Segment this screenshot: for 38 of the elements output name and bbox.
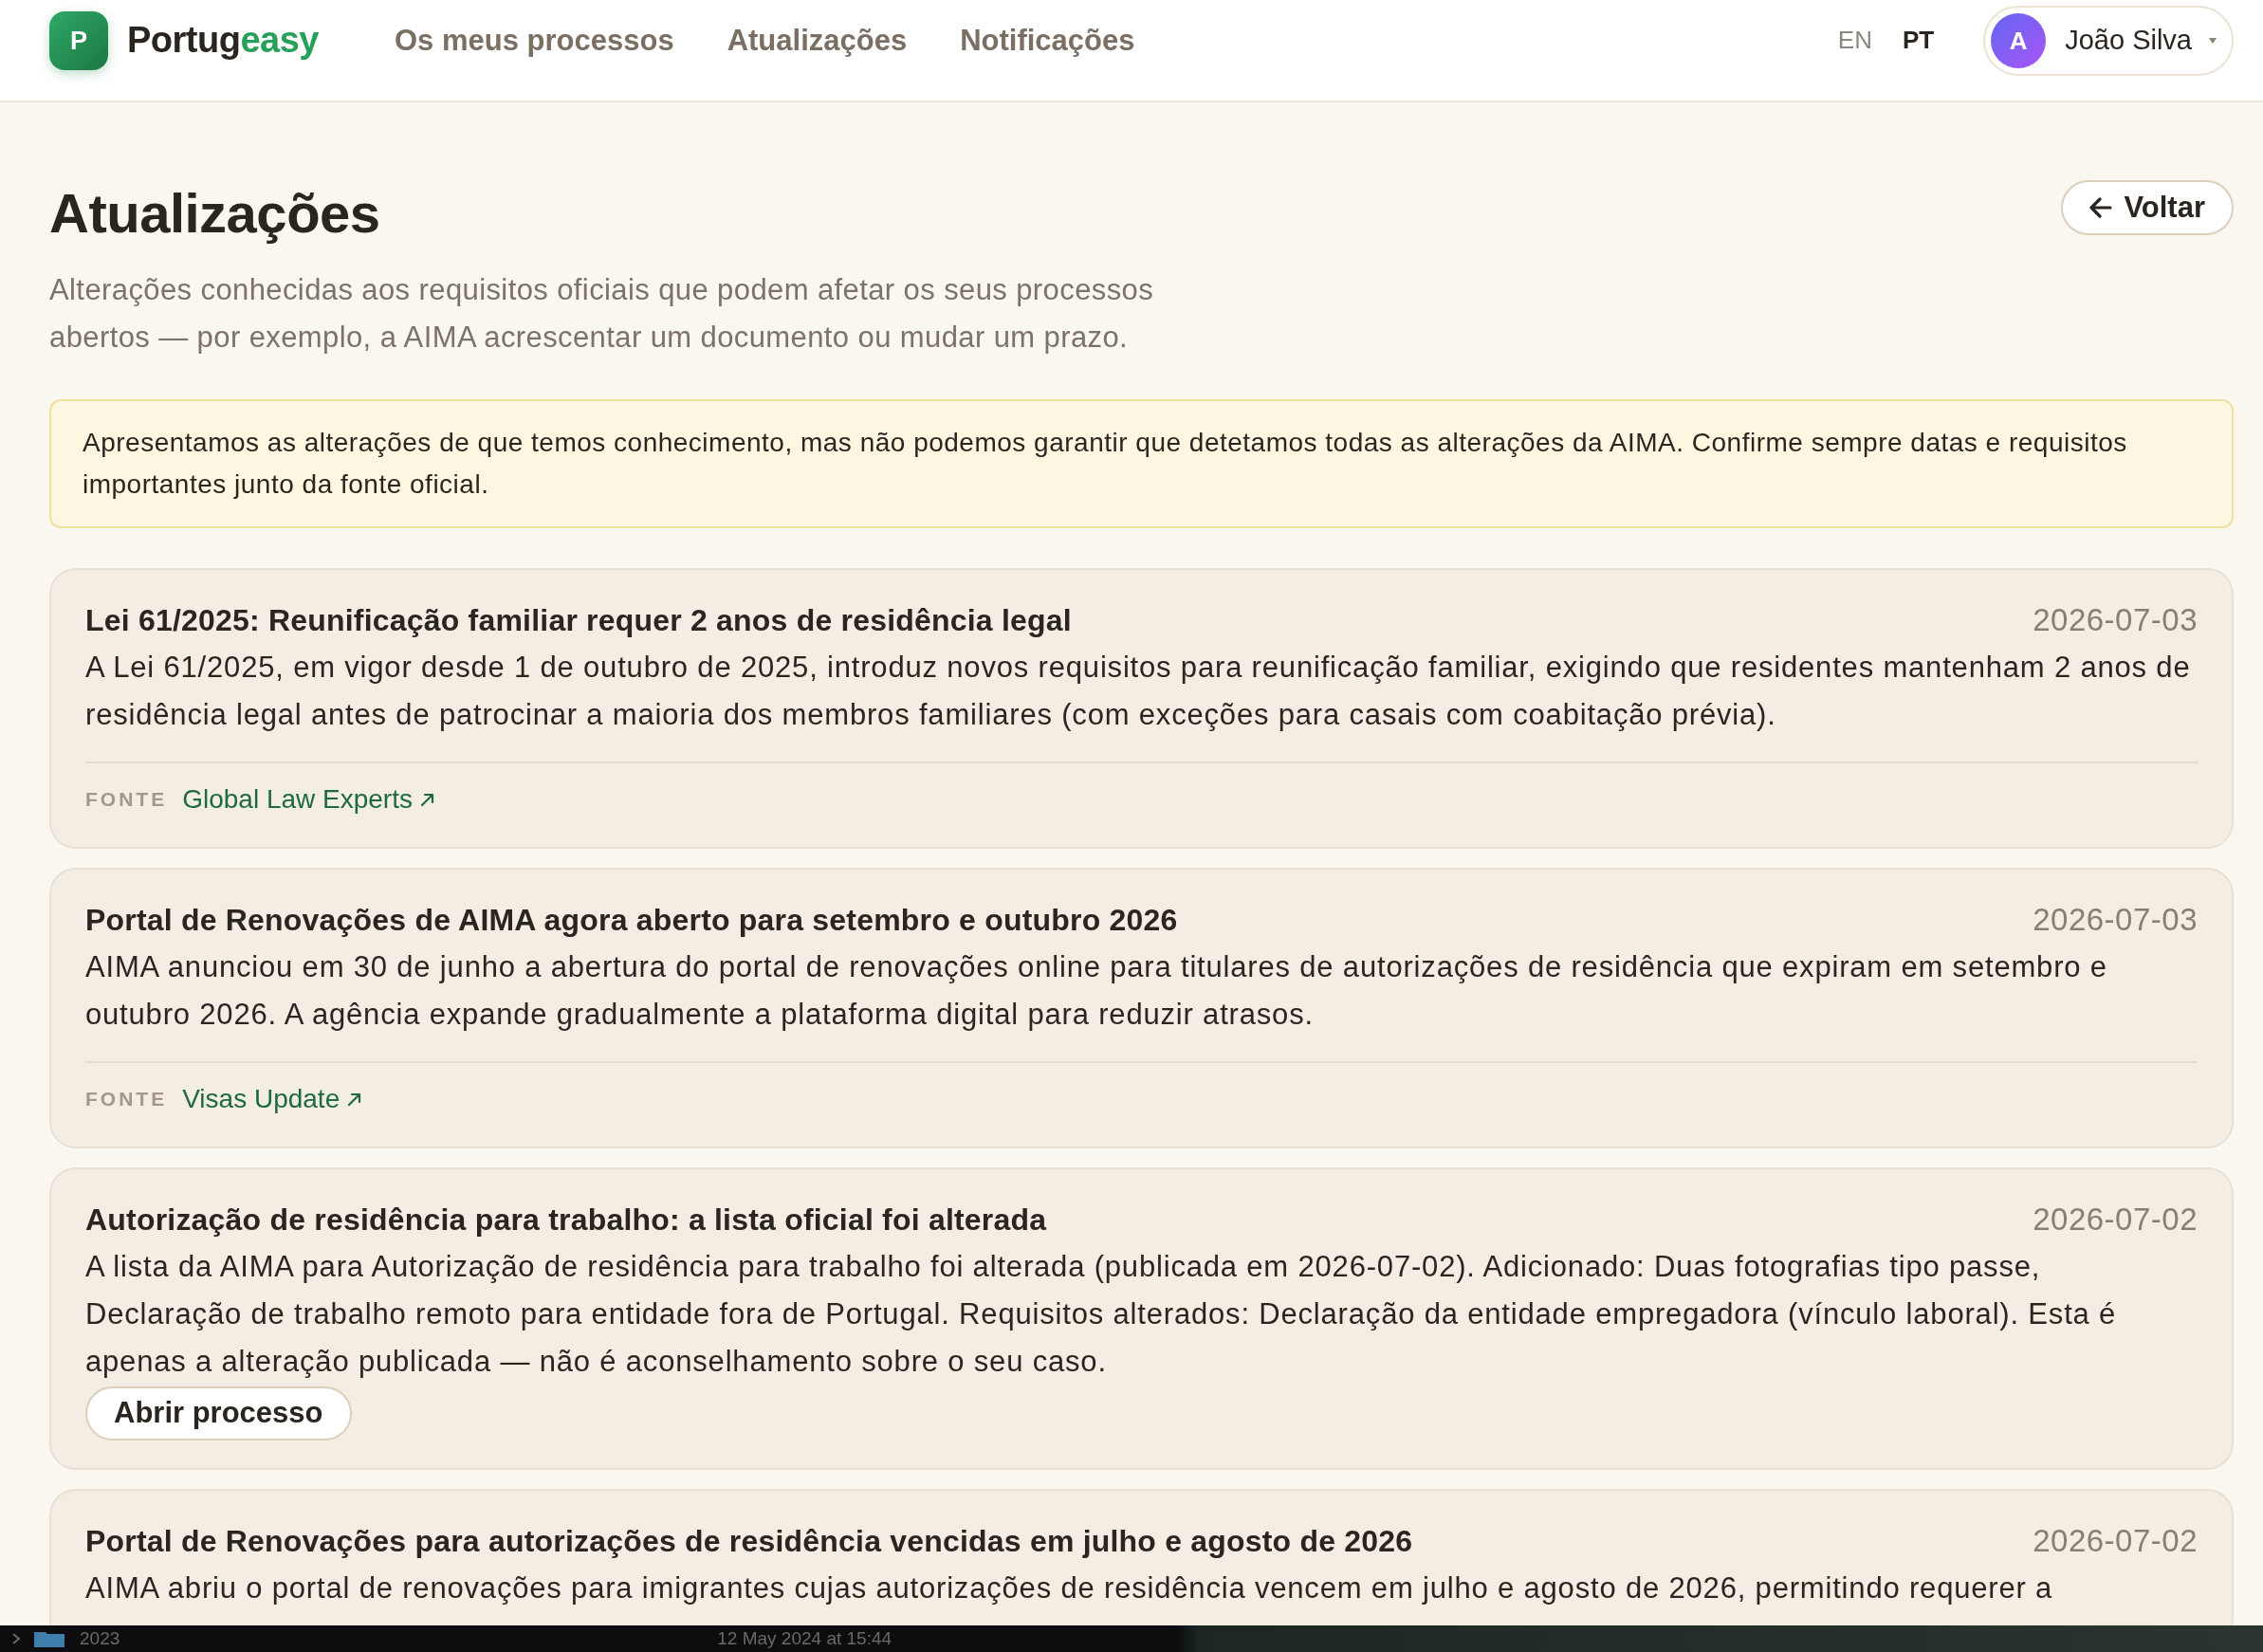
update-body: AIMA abriu o portal de renovações para imigrantes cujas autorizações de residência vencem em julho e agosto de 2026, permitindo requerer a xyxy=(85,1570,2054,1606)
back-button[interactable]: Voltar xyxy=(2061,180,2234,235)
page-title: Atualizações xyxy=(49,181,380,246)
page-subtitle: Alterações conhecidas aos requisitos oficiais que podem afetar os seus processos abertos — por exemplo, a AIMA acrescentar um documento ou mudar um prazo. xyxy=(49,272,1155,356)
source-link[interactable]: Visas Update xyxy=(182,1083,362,1115)
arrow-up-right-icon xyxy=(419,792,434,807)
chevron-right-icon xyxy=(11,1632,21,1645)
update-body: A lista da AIMA para Autorização de residência para trabalho foi alterada (publicada em 2026-07-02). Adicionado: Duas fotografias tipo passe, Declaração de trabalho remoto para entidade fora de Portugal. Requisitos alterados: Declaração da entidade empregadora (vínculo laboral). Esta é apenas a alteração publicada — não é aconselhamento sobre o seu caso. xyxy=(85,1249,2118,1380)
update-date: 2026-07-02 xyxy=(2033,1522,2198,1560)
source-label: FONTE xyxy=(85,1087,168,1111)
arrow-left-icon xyxy=(2089,197,2113,218)
folder-icon xyxy=(34,1630,64,1647)
folder-name: 2023 xyxy=(80,1627,120,1650)
nav-link[interactable]: Notificações xyxy=(960,23,1135,59)
date-modified: 12 May 2024 at 15:44 xyxy=(717,1627,892,1650)
update-date: 2026-07-03 xyxy=(2033,901,2198,939)
source-label: FONTE xyxy=(85,787,168,812)
update-body: AIMA anunciou em 30 de junho a abertura do portal de renovações online para titulares de autorizações de residência que expiram em setembro e outubro 2026. A agência expande gradualmente a plataforma digital para reduzir atrasos. xyxy=(85,949,2108,1033)
update-title: Portal de Renovações de AIMA agora aberto para setembro e outubro 2026 xyxy=(85,902,1178,939)
update-title: Autorização de residência para trabalho: a lista oficial foi alterada xyxy=(85,1202,1047,1239)
user-avatar: A xyxy=(1991,13,2047,68)
update-body: A Lei 61/2025, em vigor desde 1 de outubro de 2025, introduz novos requisitos para reunificação familiar, exigindo que residentes mantenham 2 anos de residência legal antes de patrocinar a maioria dos membros familiares (com exceções para casais com coabitação prévia). xyxy=(85,650,2192,733)
notice-banner: Apresentamos as alterações de que temos conhecimento, mas não podemos garantir que detetamos todas as alterações da AIMA. Confirme sempre datas e requisitos importantes junto da fonte oficial. xyxy=(49,399,2234,528)
source-link[interactable]: Global Law Experts xyxy=(182,783,434,816)
nav-link[interactable]: Atualizações xyxy=(727,23,908,59)
user-menu-button[interactable]: A João Silva xyxy=(1983,6,2234,76)
arrow-up-right-icon xyxy=(347,1092,362,1107)
open-process-button[interactable]: Abrir processo xyxy=(85,1386,352,1441)
caret-icon xyxy=(2209,38,2217,44)
update-date: 2026-07-02 xyxy=(2033,1201,2198,1239)
nav-link[interactable]: Os meus processos xyxy=(395,23,674,59)
logo-mark[interactable]: P xyxy=(49,11,108,70)
brand-name[interactable]: Portugeasy xyxy=(127,19,319,63)
update-date: 2026-07-03 xyxy=(2033,601,2198,639)
language-option[interactable]: EN xyxy=(1837,26,1872,56)
update-title: Portal de Renovações para autorizações de residência vencidas em julho e agosto de 2026 xyxy=(85,1523,1413,1560)
update-title: Lei 61/2025: Reunificação familiar requer 2 anos de residência legal xyxy=(85,602,1072,639)
language-option[interactable]: PT xyxy=(1902,26,1935,56)
